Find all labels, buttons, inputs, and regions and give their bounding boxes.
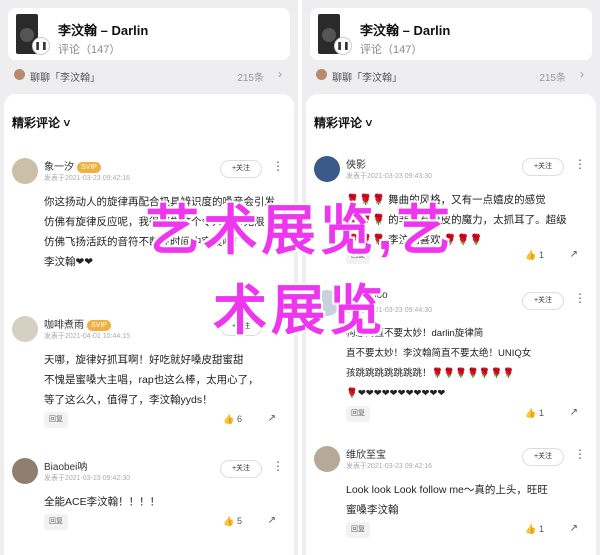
comment-author[interactable]: 俠影 <box>346 156 366 171</box>
comment-time: 发表于2021-03-23 09:42:16 <box>44 175 130 182</box>
comment-text: 天哪，旋律好抓耳啊！好吃就好嗓皮甜蜜甜 不愧是蜜嗓大主唱，rap也这么棒，太用心… <box>44 354 259 406</box>
topic-count: 215条 <box>237 73 264 84</box>
comment-footer: 回复 👍 5 ↗ <box>44 514 286 530</box>
reply-button[interactable]: 回复 <box>346 406 370 422</box>
comment-text: 🌹🌹🌹 舞曲的风格，又有一点嬉皮的感觉 🌹🌹🌹 的非常有嗓皮的魔力，太抓耳了。超… <box>346 194 567 246</box>
pause-icon[interactable]: ❚❚ <box>32 37 50 55</box>
comment-time: 发表于2021-04-01 10:44:15 <box>44 333 130 340</box>
share-icon[interactable]: ↗ <box>570 523 578 534</box>
comment-author[interactable]: Biaobei呐 <box>44 458 87 473</box>
comment-item: 象一汐 SVIP 发表于2021-03-23 09:42:16 +关注 ⋮ 你这扬… <box>4 158 294 268</box>
comment-author[interactable]: Piaceboo <box>346 290 388 301</box>
svip-badge: SVIP <box>87 319 111 331</box>
comment-item: 维欣至宝 发表于2021-03-23 09:42:16 +关注 ⋮ Look l… <box>306 446 596 546</box>
comment-time: 发表于2021-03-23 09:43:30 <box>346 173 432 180</box>
more-icon[interactable]: ⋮ <box>272 459 284 473</box>
comment-item: 咖啡煮雨 SVIP 发表于2021-04-01 10:44:15 +关注 ⋮ 天哪… <box>4 316 294 446</box>
share-icon[interactable]: ↗ <box>268 413 276 424</box>
left-panel: ❚❚ 李汶翰 – Darlin 评论（147） 聊聊「李汶翰」 215条 › 精… <box>0 0 298 555</box>
comment-item: Biaobei呐 发表于2021-03-23 09:42:30 +关注 ⋮ 全能… <box>4 458 294 538</box>
song-title: 李汶翰 – Darlin <box>58 23 149 38</box>
topic-row[interactable]: 聊聊「李汶翰」 215条 › <box>8 64 290 86</box>
comment-count: 评论（147） <box>58 44 121 56</box>
right-panel: ❚❚ 李汶翰 – Darlin 评论（147） 聊聊「李汶翰」 215条 › 精… <box>302 0 600 555</box>
reply-button[interactable]: 回复 <box>346 522 370 538</box>
avatar[interactable] <box>314 446 340 472</box>
comment-item: Piaceboo 发表于2021-03-23 09:44:30 +关注 ⋮ 构思… <box>306 290 596 422</box>
comment-text: Look look Look follow me～真的上头，旺旺 蜜嗓李汶翰 <box>346 484 548 516</box>
avatar <box>14 69 25 80</box>
follow-button[interactable]: +关注 <box>220 460 262 478</box>
comment-author[interactable]: 咖啡煮雨 SVIP <box>44 316 111 331</box>
comment-text: 全能ACE李汶翰！！！！ <box>44 496 161 508</box>
share-icon[interactable]: ↗ <box>570 407 578 418</box>
share-icon[interactable]: ↗ <box>268 515 276 526</box>
comment-item: 俠影 发表于2021-03-23 09:43:30 +关注 ⋮ 🌹🌹🌹 舞曲的风… <box>306 156 596 266</box>
comment-text: 构思简直不要太妙！darlin旋律简 直不要太妙！李汶翰简直不要太绝！UNIQ女… <box>346 328 532 399</box>
more-icon[interactable]: ⋮ <box>272 317 284 331</box>
avatar[interactable] <box>314 156 340 182</box>
more-icon[interactable]: ⋮ <box>574 447 586 461</box>
follow-button[interactable]: +关注 <box>522 448 564 466</box>
follow-button[interactable]: +关注 <box>522 158 564 176</box>
more-icon[interactable]: ⋮ <box>272 159 284 173</box>
topic-count: 215条 <box>539 73 566 84</box>
sheet-title[interactable]: 精彩评论 ˅ <box>12 114 70 131</box>
reply-button[interactable]: 回复 <box>44 412 68 428</box>
follow-button[interactable]: +关注 <box>220 318 262 336</box>
avatar[interactable] <box>12 316 38 342</box>
comment-text: 你这扬动人的旋律再配合极具辨识度的嗓音会引发 仿佛有旋律反应呢，我很感觉这个令人… <box>44 196 275 268</box>
pause-icon[interactable]: ❚❚ <box>334 37 352 55</box>
more-icon[interactable]: ⋮ <box>574 291 586 305</box>
avatar[interactable] <box>12 158 38 184</box>
more-icon[interactable]: ⋮ <box>574 157 586 171</box>
comment-footer: 回复 👍 6 ↗ <box>44 412 286 428</box>
avatar <box>316 69 327 80</box>
like-button[interactable]: 👍 1 <box>525 408 544 419</box>
comment-author[interactable]: 维欣至宝 <box>346 446 386 461</box>
like-button[interactable]: 👍 5 <box>223 516 242 527</box>
follow-button[interactable]: +关注 <box>220 160 262 178</box>
comments-sheet: 精彩评论 ˅ 象一汐 SVIP 发表于2021-03-23 09:42:16 +关… <box>4 94 294 555</box>
like-button[interactable]: 👍 6 <box>223 414 242 425</box>
reply-button[interactable]: 回复 <box>346 248 370 264</box>
share-icon[interactable]: ↗ <box>570 249 578 260</box>
comment-author[interactable]: 象一汐 SVIP <box>44 158 101 173</box>
chevron-right-icon: › <box>580 67 584 81</box>
topic-text: 聊聊「李汶翰」 <box>30 73 100 84</box>
comments-sheet: 精彩评论 ˅ 俠影 发表于2021-03-23 09:43:30 +关注 ⋮ 🌹… <box>306 94 596 555</box>
music-player[interactable]: ❚❚ 李汶翰 – Darlin 评论（147） <box>310 8 592 60</box>
song-title: 李汶翰 – Darlin <box>360 23 451 38</box>
comment-time: 发表于2021-03-23 09:44:30 <box>346 307 432 314</box>
comment-time: 发表于2021-03-23 09:42:30 <box>44 475 130 482</box>
follow-button[interactable]: +关注 <box>522 292 564 310</box>
like-button[interactable]: 👍 1 <box>525 524 544 535</box>
avatar[interactable] <box>12 458 38 484</box>
avatar[interactable] <box>314 290 340 316</box>
music-player[interactable]: ❚❚ 李汶翰 – Darlin 评论（147） <box>8 8 290 60</box>
like-button[interactable]: 👍 1 <box>525 250 544 261</box>
topic-row[interactable]: 聊聊「李汶翰」 215条 › <box>310 64 592 86</box>
reply-button[interactable]: 回复 <box>44 514 68 530</box>
comment-time: 发表于2021-03-23 09:42:16 <box>346 463 432 470</box>
topic-text: 聊聊「李汶翰」 <box>332 73 402 84</box>
comment-footer: 回复 👍 1 ↗ <box>346 406 588 422</box>
sheet-title[interactable]: 精彩评论 ˅ <box>314 114 372 131</box>
chevron-right-icon: › <box>278 67 282 81</box>
svip-badge: SVIP <box>77 161 101 173</box>
comment-footer: 回复 👍 1 ↗ <box>346 248 588 264</box>
comment-count: 评论（147） <box>360 44 423 56</box>
comment-footer: 回复 👍 1 ↗ <box>346 522 588 538</box>
